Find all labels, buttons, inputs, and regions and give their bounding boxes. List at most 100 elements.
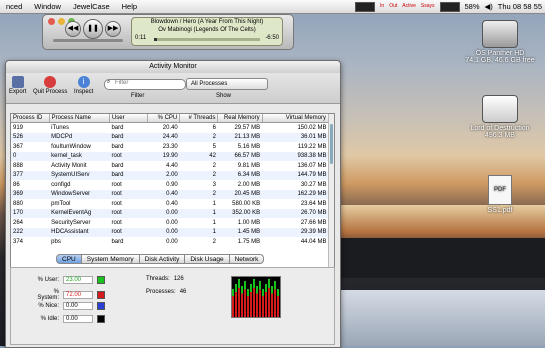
table-cell: 150.02 MB	[297, 124, 327, 131]
table-cell: bard	[111, 124, 124, 131]
table-row[interactable]: 526 MDCPd bard 24.40 2 21.13 MB 36.01 MB	[11, 132, 329, 142]
table-cell: 0	[11, 151, 50, 161]
threads-row: Threads: 126	[146, 276, 184, 282]
network-graph-icon[interactable]	[439, 1, 460, 12]
show-label: Show	[216, 93, 232, 99]
next-track-button[interactable]: ▶▶	[105, 21, 121, 37]
magnifier-icon: ⌕	[107, 79, 111, 85]
close-icon[interactable]	[48, 18, 55, 25]
cpu-panel: % User: 23.00 % System: 72.00 % Nice: 0.…	[10, 267, 335, 345]
desktop-icon-lord[interactable]: Lord of Destruction 496.3 MB	[455, 95, 545, 139]
desktop-icon-pdf[interactable]: PDF SS1.pdf	[470, 175, 530, 214]
table-row[interactable]: 888 Activity Monit bard 4.40 2 9.81 MB 136.07 …	[11, 161, 329, 171]
clock[interactable]: Thu 08 58 55	[498, 2, 542, 11]
table-cell: root	[109, 189, 148, 199]
battery-percent[interactable]: 58%	[465, 2, 480, 11]
col-pid[interactable]: Process ID	[11, 114, 50, 123]
col-user[interactable]: User	[109, 114, 149, 123]
filter-input[interactable]: Filter	[104, 79, 186, 90]
col-real-mem[interactable]: Real Memory	[217, 114, 263, 123]
table-cell: 0.00	[166, 238, 178, 245]
menu-item-help[interactable]: Help	[116, 2, 143, 11]
table-row[interactable]: 86 configd root 0.90 3 2.00 MB 30.27 MB	[11, 180, 329, 190]
table-cell: root	[109, 151, 148, 161]
track-progress-bar[interactable]	[154, 38, 260, 41]
quit-process-button[interactable]: Quit Process	[33, 75, 67, 95]
table-row[interactable]: 374 pbs bard 0.00 2 1.75 MB 44.04 MB	[11, 237, 329, 247]
table-cell: 1.45 MB	[217, 227, 263, 237]
col-cpu[interactable]: % CPU	[147, 114, 181, 123]
table-cell: 6.34 MB	[217, 170, 263, 180]
tab-disk-usage[interactable]: Disk Usage	[185, 254, 230, 264]
col-virtual-mem[interactable]: Virtual Memory	[262, 114, 330, 123]
show-processes-select[interactable]: All Processes	[186, 78, 268, 90]
idle-value: 0.00	[63, 315, 93, 323]
col-threads[interactable]: # Threads	[179, 114, 219, 123]
table-cell: 0.00	[147, 208, 180, 218]
table-cell: MDCPd	[49, 132, 110, 142]
table-row[interactable]: 367 fouItunWindow bard 23.30 5 5.16 MB 119.22 …	[11, 142, 329, 152]
volume-icon[interactable]: ◀)	[485, 2, 493, 11]
threads-value: 126	[173, 276, 184, 282]
inspect-button[interactable]: i Inspect	[74, 75, 93, 95]
monitor-tabs: CPU System Memory Disk Activity Disk Usa…	[56, 254, 265, 264]
pause-button[interactable]: ❚❚	[83, 19, 103, 39]
cpu-graph-bar	[262, 288, 264, 317]
table-row[interactable]: 369 WindowServer root 0.40 2 20.45 MB 162.29 M…	[11, 189, 329, 199]
cpu-graph-bar	[271, 286, 273, 317]
table-row[interactable]: 170 KernelEventAg root 0.00 1 352.00 KB 26.70 …	[11, 208, 329, 218]
tab-disk-activity[interactable]: Disk Activity	[139, 254, 186, 264]
table-row[interactable]: 377 SystemUIServ bard 2.00 2 6.34 MB 144.79 MB	[11, 170, 329, 180]
hd-label: OS Panther HD	[475, 50, 525, 57]
minimize-icon[interactable]	[58, 18, 65, 25]
mem-stat-swap: Ssays	[420, 3, 435, 9]
table-cell: SecurityServer	[51, 219, 91, 226]
nice-color-swatch[interactable]	[97, 302, 105, 310]
table-cell: bard	[111, 143, 124, 150]
col-name[interactable]: Process Name	[49, 114, 110, 123]
scroll-thumb[interactable]	[330, 124, 333, 164]
album-title: Ov Mabinogi (Legends Of The Celts)	[158, 27, 256, 33]
previous-track-button[interactable]: ◀◀	[65, 21, 81, 37]
table-cell: 526	[11, 132, 50, 142]
table-cell: 938.38 MB	[262, 151, 329, 161]
export-button[interactable]: Export	[9, 75, 26, 95]
table-row[interactable]: 0 kernel_task root 19.90 42 66.57 MB 938.38 MB	[11, 151, 329, 161]
volume-slider[interactable]	[53, 39, 123, 42]
table-cell: 2.00	[147, 170, 180, 180]
table-cell: 44.04 MB	[300, 238, 327, 245]
menu-item-0[interactable]: nced	[0, 2, 28, 11]
cpu-usage-graph	[231, 276, 281, 318]
tab-network[interactable]: Network	[229, 254, 265, 264]
system-color-swatch[interactable]	[97, 291, 105, 299]
pdf-file-icon: PDF	[488, 175, 512, 205]
menu-item-window[interactable]: Window	[28, 2, 67, 11]
table-cell: bard	[111, 162, 124, 169]
table-cell: 2	[179, 170, 218, 180]
user-color-swatch[interactable]	[97, 276, 105, 284]
table-row[interactable]: 919 iTunes bard 20.40 6 29.57 MB 150.02 MB	[11, 123, 329, 133]
table-cell: 880	[13, 200, 24, 207]
idle-color-swatch[interactable]	[97, 315, 105, 323]
table-row[interactable]: 880 pmTool root 0.40 1 580.00 KB 23.64 MB	[11, 199, 329, 209]
info-icon: i	[77, 76, 90, 88]
desktop-icon-hd[interactable]: OS Panther HD 74.1 GB, 46.6 GB free	[455, 20, 545, 64]
net-stat-out: Out	[389, 3, 398, 9]
table-cell: 0.40	[147, 189, 180, 199]
tab-cpu[interactable]: CPU	[56, 254, 82, 264]
cpu-graph-bar	[277, 288, 279, 317]
table-row[interactable]: 264 SecurityServer root 0.00 1 1.00 MB 27.66 M…	[11, 218, 329, 228]
stop-sign-icon	[44, 76, 57, 88]
menu-item-jewelcase[interactable]: JewelCase	[67, 2, 116, 11]
activity-monitor-window: Activity Monitor Export Quit Process i I…	[5, 60, 341, 348]
filter-label: Filter	[131, 93, 145, 99]
table-cell: 23.64 MB	[300, 200, 327, 207]
tab-system-memory[interactable]: System Memory	[81, 254, 140, 264]
system-label: % System:	[37, 289, 59, 301]
table-row[interactable]: 222 HDCAssistant root 0.00 1 1.45 MB 29.39 MB	[11, 227, 329, 237]
window-title[interactable]: Activity Monitor	[6, 61, 340, 73]
cpu-gauge-icon[interactable]	[355, 1, 376, 12]
table-cell: 26.70 MB	[262, 208, 329, 218]
cpu-nice-row: % Nice: 0.00	[31, 302, 105, 310]
cpu-user-row: % User: 23.00	[31, 276, 105, 284]
